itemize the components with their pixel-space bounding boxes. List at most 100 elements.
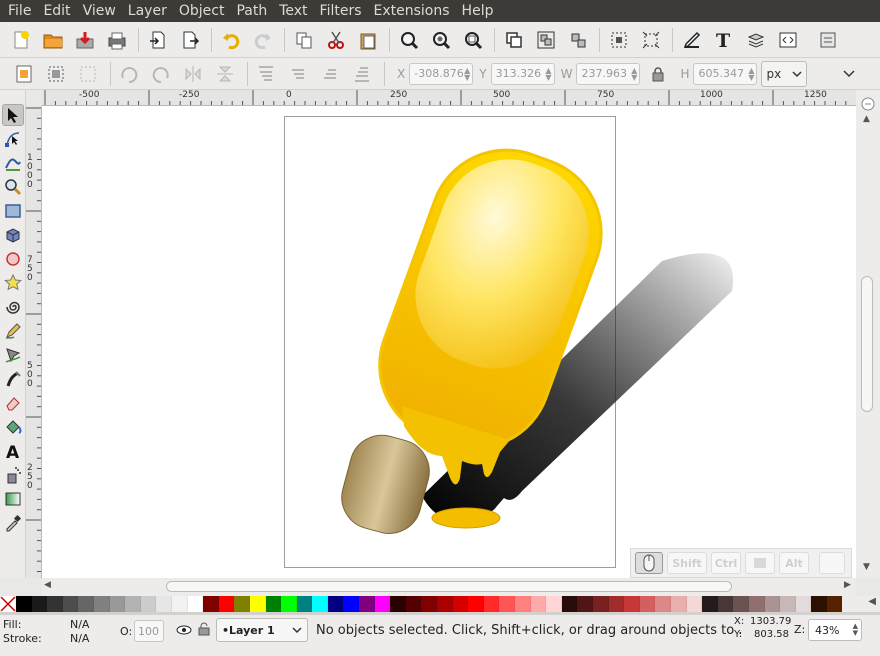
palette-menu-icon[interactable]: ◀ [868, 596, 876, 607]
zoom-selection-icon[interactable] [396, 27, 422, 53]
copy-icon[interactable] [291, 27, 317, 53]
export-icon[interactable] [177, 27, 203, 53]
color-swatch[interactable] [811, 596, 827, 612]
spray-tool-icon[interactable] [2, 464, 24, 486]
menu-object[interactable]: Object [175, 0, 233, 22]
menu-filters[interactable]: Filters [316, 0, 370, 22]
pencil-tool-icon[interactable] [2, 320, 24, 342]
color-swatch[interactable] [561, 596, 578, 612]
menu-text[interactable]: Text [275, 0, 315, 22]
color-swatch[interactable] [234, 596, 250, 612]
color-swatch[interactable] [296, 596, 313, 612]
menu-edit[interactable]: Edit [39, 0, 78, 22]
select-all-icon[interactable] [12, 62, 36, 86]
color-swatch[interactable] [624, 596, 640, 612]
drawing-canvas[interactable] [42, 106, 856, 578]
color-swatch[interactable] [702, 596, 718, 612]
select-all-layers-icon[interactable] [44, 62, 68, 86]
color-swatch[interactable] [468, 596, 484, 612]
layer-lock-icon[interactable] [198, 622, 210, 639]
lower-icon[interactable] [318, 62, 342, 86]
color-swatch[interactable] [577, 596, 593, 612]
rectangle-tool-icon[interactable] [2, 200, 24, 222]
overflow-chevron-icon[interactable] [837, 62, 861, 86]
color-swatch[interactable] [717, 596, 734, 612]
text-font-icon[interactable]: T [711, 27, 737, 53]
menu-view[interactable]: View [79, 0, 124, 22]
color-swatch[interactable] [156, 596, 172, 612]
spin-icon[interactable]: ▲ ▼ [631, 66, 637, 81]
unit-select[interactable]: px [761, 60, 808, 87]
color-swatch[interactable] [421, 596, 438, 612]
horizontal-scrollbar[interactable]: ◀ ▶ [42, 578, 856, 596]
color-swatch[interactable] [592, 596, 609, 612]
layer-select[interactable]: •Layer 1 [216, 618, 308, 642]
raise-to-top-icon[interactable] [254, 62, 278, 86]
layers-icon[interactable] [743, 27, 769, 53]
open-folder-icon[interactable] [40, 27, 66, 53]
color-swatch[interactable] [47, 596, 63, 612]
undo-icon[interactable] [218, 27, 244, 53]
no-paint-swatch[interactable] [0, 596, 16, 612]
rotate-cw-icon[interactable] [149, 62, 173, 86]
vertical-scroll-thumb[interactable] [861, 276, 873, 412]
color-swatch[interactable] [733, 596, 749, 612]
color-swatch[interactable] [655, 596, 671, 612]
color-swatch[interactable] [826, 596, 843, 612]
color-swatch[interactable] [686, 596, 703, 612]
spiral-tool-icon[interactable] [2, 296, 24, 318]
calligraphy-tool-icon[interactable] [2, 368, 24, 390]
cut-icon[interactable] [323, 27, 349, 53]
xml-editor-icon[interactable] [775, 27, 801, 53]
color-swatch[interactable] [780, 596, 796, 612]
node-tool-icon[interactable] [2, 128, 24, 150]
group-icon[interactable] [533, 27, 559, 53]
opacity-field[interactable]: 100 [134, 620, 164, 642]
lock-icon[interactable] [646, 62, 670, 86]
rotate-ccw-icon[interactable] [117, 62, 141, 86]
color-swatch[interactable] [31, 596, 48, 612]
paint-bucket-tool-icon[interactable] [2, 416, 24, 438]
color-swatch[interactable] [437, 596, 453, 612]
stroke-value[interactable]: N/A [70, 632, 89, 645]
menu-file[interactable]: File [4, 0, 39, 22]
color-swatch[interactable] [795, 596, 812, 612]
color-swatch[interactable] [62, 596, 79, 612]
ellipse-tool-icon[interactable] [2, 248, 24, 270]
color-swatch[interactable] [140, 596, 157, 612]
scroll-right-icon[interactable]: ▶ [844, 580, 851, 590]
align-distribute-icon[interactable] [606, 27, 632, 53]
vertical-ruler[interactable]: 1000 750 500 250 [26, 106, 42, 578]
fill-value[interactable]: N/A [70, 618, 89, 631]
paste-icon[interactable] [355, 27, 381, 53]
zoom-correction-icon[interactable] [856, 94, 880, 114]
pen-tool-icon[interactable] [2, 344, 24, 366]
color-swatch[interactable] [125, 596, 141, 612]
import-icon[interactable] [145, 27, 171, 53]
dropper-tool-icon[interactable] [2, 512, 24, 534]
y-field[interactable]: 313.326 ▲ ▼ [490, 62, 555, 85]
color-swatch[interactable] [327, 596, 344, 612]
color-swatch[interactable] [281, 596, 297, 612]
menu-path[interactable]: Path [232, 0, 275, 22]
duplicate-icon[interactable] [501, 27, 527, 53]
color-swatch[interactable] [764, 596, 781, 612]
scroll-left-icon[interactable]: ◀ [44, 580, 51, 590]
color-swatch[interactable] [546, 596, 562, 612]
color-swatch[interactable] [515, 596, 531, 612]
spin-icon[interactable]: ▲ ▼ [464, 66, 470, 81]
ungroup-icon[interactable] [565, 27, 591, 53]
color-swatch[interactable] [343, 596, 360, 612]
lower-to-bottom-icon[interactable] [350, 62, 374, 86]
color-swatch[interactable] [530, 596, 547, 612]
color-swatch[interactable] [265, 596, 282, 612]
redo-icon[interactable] [250, 27, 276, 53]
star-tool-icon[interactable] [2, 272, 24, 294]
eraser-tool-icon[interactable] [2, 392, 24, 414]
artwork[interactable] [42, 106, 856, 578]
color-swatch[interactable] [390, 596, 406, 612]
zoom-page-icon[interactable] [460, 27, 486, 53]
color-swatch[interactable] [109, 596, 126, 612]
tweak-tool-icon[interactable] [2, 152, 24, 174]
color-swatch[interactable] [499, 596, 515, 612]
